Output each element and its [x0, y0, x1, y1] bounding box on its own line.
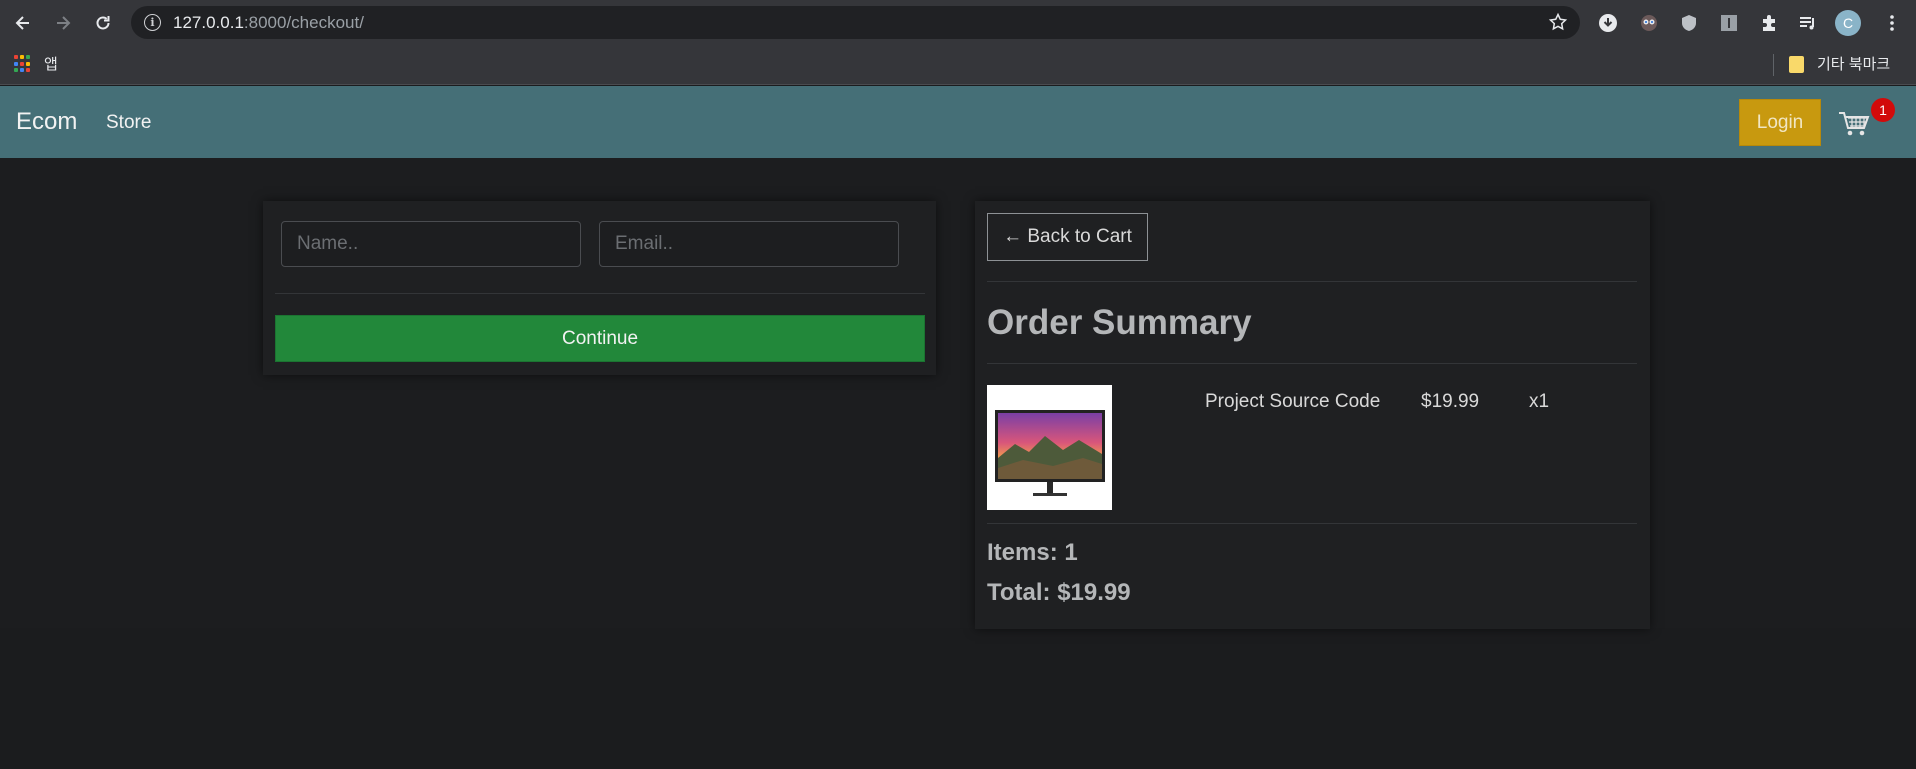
back-arrow-icon[interactable]	[10, 10, 36, 36]
order-summary-title: Order Summary	[987, 303, 1252, 342]
site-navbar: Ecom Store Login 1	[0, 86, 1916, 158]
bookmarks-bar: 앱 기타 북마크	[0, 45, 1916, 85]
checkout-form-card: Continue	[263, 201, 936, 375]
email-input[interactable]	[599, 221, 899, 267]
media-queue-icon[interactable]	[1796, 11, 1820, 35]
extension-i-icon[interactable]	[1717, 11, 1741, 35]
monitor-image	[994, 409, 1105, 496]
cart-icon[interactable]	[1838, 110, 1870, 138]
form-divider	[275, 293, 925, 294]
apps-grid-icon[interactable]	[14, 55, 32, 73]
items-count: Items: 1	[987, 539, 1078, 566]
bookmark-star-icon[interactable]	[1548, 12, 1568, 32]
apps-shortcut[interactable]: 앱	[44, 53, 58, 74]
order-total: Total: $19.99	[987, 579, 1131, 606]
download-icon[interactable]	[1596, 11, 1620, 35]
forward-arrow-icon[interactable]	[50, 10, 76, 36]
browser-toolbar: i 127.0.0.1:8000/checkout/ C	[0, 0, 1916, 45]
address-url: 127.0.0.1:8000/checkout/	[173, 13, 364, 32]
item-quantity: x1	[1529, 391, 1550, 412]
item-price: $19.99	[1421, 391, 1480, 412]
product-thumbnail	[987, 385, 1112, 510]
profile-avatar[interactable]: C	[1835, 10, 1861, 36]
name-input[interactable]	[281, 221, 581, 267]
bookmarks-divider	[1773, 54, 1774, 76]
order-summary-card: ← Back to Cart Order Summary Project Sou…	[975, 201, 1650, 629]
login-button[interactable]: Login	[1739, 99, 1821, 146]
item-name: Project Source Code	[1205, 391, 1381, 412]
menu-kebab-icon[interactable]	[1880, 11, 1904, 35]
summary-divider	[987, 363, 1637, 364]
shield-icon[interactable]	[1677, 11, 1701, 35]
folder-icon	[1789, 56, 1804, 73]
site-info-icon[interactable]: i	[144, 14, 161, 31]
back-to-cart-button[interactable]: ← Back to Cart	[987, 213, 1148, 261]
address-bar[interactable]: i 127.0.0.1:8000/checkout/	[131, 6, 1580, 39]
nav-store-link[interactable]: Store	[106, 112, 151, 134]
cart-count-badge: 1	[1871, 98, 1895, 122]
puzzle-extensions-icon[interactable]	[1757, 11, 1781, 35]
brand-logo[interactable]: Ecom	[16, 108, 77, 136]
summary-divider	[987, 281, 1637, 282]
extension-owl-icon[interactable]	[1637, 11, 1661, 35]
summary-divider	[987, 523, 1637, 524]
continue-button[interactable]: Continue	[275, 315, 925, 362]
other-bookmarks[interactable]: 기타 북마크	[1817, 53, 1890, 74]
reload-icon[interactable]	[90, 10, 116, 36]
